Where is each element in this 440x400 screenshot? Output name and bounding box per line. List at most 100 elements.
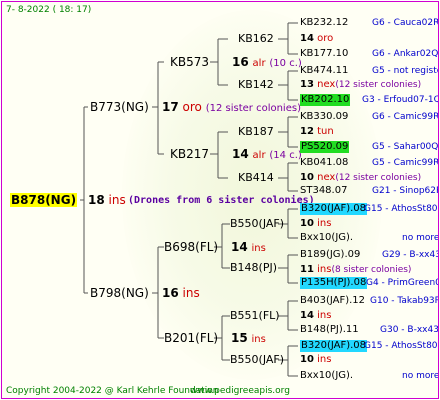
gen3-id-4[interactable]: B550(JAF) [230, 218, 284, 230]
gen3-code-2: tun [317, 126, 334, 137]
gen3-info-0: 14 oro [300, 33, 333, 45]
gen2-info-1: 14 alr (14 c.) [232, 147, 302, 163]
gen3-info-3: 10 nex(12 sister colonies) [300, 172, 421, 184]
gen3-code-5: ins [317, 264, 332, 275]
gen3-info-1: 13 nex(12 sister colonies) [300, 79, 421, 91]
gen3-note-3: (12 sister colonies) [335, 173, 422, 183]
gen3-code-6: ins [317, 310, 332, 321]
gen3-year-1: 13 [300, 79, 314, 90]
gen3-note-1: (12 sister colonies) [335, 80, 422, 90]
gen3-year-0: 14 [300, 33, 314, 44]
copyright-text: Copyright 2004-2022 @ Karl Kehrle Founda… [6, 386, 219, 396]
root-drone-note: (Drones from 6 sister colonies) [128, 195, 315, 206]
root-code: ins [108, 193, 126, 207]
gen3-info-4: 10 ins [300, 218, 331, 230]
gen1-code-0: oro [182, 100, 202, 114]
gen4-info-8: G15 - AthosSt80R [364, 204, 439, 214]
gen2-info-2: 14 ins [231, 240, 266, 256]
gen3-id-1[interactable]: KB142 [238, 79, 274, 91]
gen3-id-3[interactable]: KB414 [238, 172, 274, 184]
root-queen-id[interactable]: B878(NG) [10, 193, 78, 207]
gen2-info-0: 16 alr (10 c.) [232, 55, 302, 71]
gen3-code-3: nex [317, 172, 336, 183]
gen3-id-5[interactable]: B148(PJ) [230, 262, 277, 274]
gen4-id-11[interactable]: P135H(PJ).08 [300, 277, 368, 289]
gen2-id-0[interactable]: KB573 [170, 55, 209, 69]
gen2-code-0: alr [252, 58, 266, 69]
gen1-info-1: 16 ins [162, 286, 200, 300]
gen4-info-2: G5 - not registe [372, 66, 439, 76]
gen4-id-5[interactable]: PS520.09 [300, 141, 350, 153]
gen4-info-7: G21 - Sinop62R [372, 186, 439, 196]
gen4-id-6[interactable]: KB041.08 [300, 157, 348, 169]
gen4-info-5: G5 - Sahar00Q [372, 142, 439, 152]
gen4-info-14: G15 - AthosSt80R [364, 341, 439, 351]
gen3-info-6: 14 ins [300, 310, 331, 322]
gen4-info-0: G6 - Cauca02R [372, 18, 439, 28]
gen4-id-3[interactable]: KB202.10 [300, 94, 351, 106]
gen4-info-6: G5 - Camic99R [372, 158, 439, 168]
gen2-id-3[interactable]: B201(FL) [164, 331, 218, 345]
gen2-note-0: (10 c.) [269, 58, 302, 69]
gen3-info-5: 11 ins(8 sister colonies) [300, 264, 411, 276]
gen1-note-0: (12 sister colonies) [205, 103, 301, 114]
gen4-id-13[interactable]: B148(PJ).11 [300, 324, 359, 336]
gen3-id-2[interactable]: KB187 [238, 126, 274, 138]
gen2-code-1: alr [252, 150, 266, 161]
gen4-id-8[interactable]: B320(JAF).08 [300, 203, 368, 215]
gen2-code-3: ins [251, 334, 266, 345]
gen1-year-1: 16 [162, 286, 179, 300]
gen1-info-0: 17 oro (12 sister colonies) [162, 100, 301, 116]
gen1-id-1[interactable]: B798(NG) [90, 286, 149, 300]
gen4-id-2[interactable]: KB474.11 [300, 65, 348, 77]
gen3-year-7: 10 [300, 354, 314, 365]
gen4-info-1: G6 - Ankar02Q [372, 49, 439, 59]
root-year: 18 [88, 193, 105, 207]
gen4-info-9: no more [402, 233, 439, 243]
gen3-id-0[interactable]: KB162 [238, 33, 274, 45]
gen4-info-10: G29 - B-xx43 [382, 250, 439, 260]
gen3-code-7: ins [317, 354, 332, 365]
root-queen-info: 18 ins [88, 193, 126, 207]
gen4-info-12: G10 - Takab93R [370, 296, 439, 306]
gen2-year-3: 15 [231, 331, 248, 345]
gen3-info-7: 10 ins [300, 354, 331, 366]
gen4-id-12[interactable]: B403(JAF).12 [300, 295, 365, 307]
gen2-year-0: 16 [232, 55, 249, 69]
gen2-year-2: 14 [231, 240, 248, 254]
gen3-year-4: 10 [300, 218, 314, 229]
gen4-id-10[interactable]: B189(JG).09 [300, 249, 360, 261]
gen2-code-2: ins [251, 243, 266, 254]
gen4-info-15: no more [402, 371, 439, 381]
gen4-id-7[interactable]: ST348.07 [300, 185, 347, 197]
website-link[interactable]: www.pedigreeapis.org [190, 385, 290, 397]
gen4-id-1[interactable]: KB177.10 [300, 48, 348, 60]
gen3-year-6: 14 [300, 310, 314, 321]
gen1-code-1: ins [182, 286, 200, 300]
gen2-info-3: 15 ins [231, 331, 266, 347]
print-date: 7- 8-2022 ( 18: 17) [6, 5, 92, 15]
gen4-info-3: G3 - Erfoud07-1Q [362, 95, 439, 105]
pedigree-frame: { "header": {"date": "7- 8-2022 ( 18: 17… [1, 1, 439, 399]
gen4-id-4[interactable]: KB330.09 [300, 111, 348, 123]
gen4-id-15[interactable]: Bxx10(JG). [300, 370, 353, 382]
gen3-year-2: 12 [300, 126, 314, 137]
gen3-year-5: 11 [300, 264, 314, 275]
gen3-info-2: 12 tun [300, 126, 334, 138]
gen2-id-1[interactable]: KB217 [170, 147, 209, 161]
gen3-id-6[interactable]: B551(FL) [230, 310, 280, 322]
gen4-id-9[interactable]: Bxx10(JG). [300, 232, 353, 244]
gen3-note-5: (8 sister colonies) [331, 265, 412, 275]
gen1-year-0: 17 [162, 100, 179, 114]
gen4-id-14[interactable]: B320(JAF).08 [300, 340, 368, 352]
gen2-year-1: 14 [232, 147, 249, 161]
gen1-id-0[interactable]: B773(NG) [90, 100, 149, 114]
gen2-note-1: (14 c.) [269, 150, 302, 161]
gen3-code-0: oro [317, 33, 334, 44]
gen4-id-0[interactable]: KB232.12 [300, 17, 348, 29]
gen4-info-4: G6 - Camic99R [372, 112, 439, 122]
gen3-id-7[interactable]: B550(JAF) [230, 354, 284, 366]
gen2-id-2[interactable]: B698(FL) [164, 240, 218, 254]
gen4-info-11: G4 - PrimGreen00 [366, 278, 439, 288]
gen3-year-3: 10 [300, 172, 314, 183]
